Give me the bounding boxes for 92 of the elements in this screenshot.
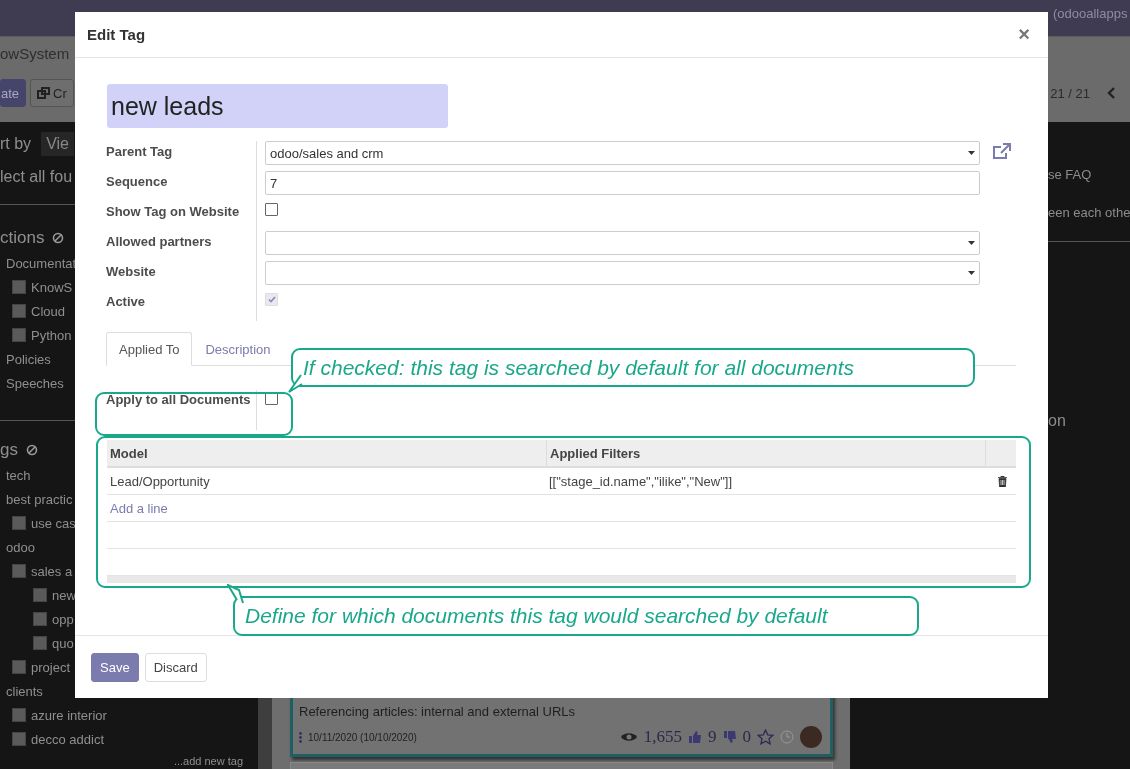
- checkbox[interactable]: [12, 732, 26, 746]
- thumbs-up-icon[interactable]: [688, 730, 702, 744]
- eye-icon: [619, 731, 638, 743]
- checkbox[interactable]: [12, 564, 26, 578]
- tree-item[interactable]: Python: [31, 327, 72, 343]
- like-count: 9: [708, 727, 717, 747]
- name-field[interactable]: new leads: [107, 84, 448, 128]
- field-label: Show Tag on Website: [106, 201, 257, 231]
- select-field[interactable]: [265, 231, 980, 255]
- add-line-link[interactable]: Add a line: [110, 500, 168, 516]
- tree-item[interactable]: Documentat: [6, 255, 77, 271]
- tab[interactable]: Description: [192, 332, 284, 366]
- tree-item[interactable]: Cloud: [31, 303, 65, 319]
- view-button[interactable]: Vie: [41, 131, 74, 156]
- tab[interactable]: Applied To: [106, 332, 193, 366]
- checkbox[interactable]: [12, 280, 26, 294]
- checkbox[interactable]: [12, 304, 26, 318]
- dots-icon[interactable]: [299, 731, 302, 743]
- tree-item[interactable]: odoo: [6, 539, 35, 555]
- secondary-button[interactable]: Cr: [30, 79, 74, 107]
- column-header: Applied Filters: [546, 440, 985, 466]
- field-label: Allowed partners: [106, 231, 257, 261]
- windows-icon: [37, 87, 51, 99]
- callout: Define for which documents this tag would searched by default: [233, 596, 919, 636]
- input-field[interactable]: 7: [265, 171, 980, 195]
- checkbox[interactable]: [33, 612, 47, 626]
- checkbox[interactable]: [265, 392, 278, 405]
- field-label: Active: [106, 291, 257, 321]
- article-date: 10/11/2020 (10/10/2020): [308, 731, 417, 743]
- select-field[interactable]: odoo/sales and crm: [265, 141, 980, 165]
- tree-item[interactable]: Speeches: [6, 375, 64, 391]
- external-link-icon[interactable]: [992, 143, 1012, 161]
- tree-item[interactable]: KnowS: [31, 279, 73, 295]
- tree-item[interactable]: azure interior: [31, 707, 107, 723]
- field-label: Sequence: [106, 171, 257, 201]
- close-button[interactable]: ×: [1012, 23, 1036, 46]
- panel-heading: on: [1048, 412, 1067, 430]
- tree-item[interactable]: quo: [52, 635, 74, 651]
- field-label: Apply to all Documents: [106, 390, 257, 430]
- discard-button[interactable]: Discard: [144, 652, 207, 682]
- table-cell-text: Lead/Opportunity: [109, 472, 211, 491]
- checkbox[interactable]: [33, 588, 47, 602]
- checkbox[interactable]: [265, 203, 278, 216]
- tree-item[interactable]: tech: [6, 467, 31, 483]
- caret-icon[interactable]: [968, 241, 975, 245]
- checkbox[interactable]: [12, 660, 26, 674]
- tree-item[interactable]: clients: [6, 683, 43, 699]
- save-button[interactable]: Save: [91, 652, 139, 682]
- thumbs-down-icon[interactable]: [722, 730, 737, 744]
- star-icon[interactable]: [757, 729, 774, 745]
- select-field[interactable]: [265, 261, 980, 285]
- caret-icon[interactable]: [968, 151, 975, 155]
- article-card[interactable]: [290, 762, 833, 769]
- caret-icon[interactable]: [968, 271, 975, 275]
- view-count: 1,655: [643, 727, 682, 747]
- field-label: Website: [106, 261, 257, 291]
- user-menu[interactable]: (odooallapps: [1053, 3, 1130, 21]
- clear-icon[interactable]: [25, 444, 38, 456]
- panel-text: se FAQ: [1048, 167, 1093, 184]
- tree-item[interactable]: new: [52, 587, 76, 603]
- callout-pointer: [287, 374, 303, 394]
- checkbox[interactable]: [12, 516, 26, 530]
- tree-item[interactable]: use cas: [31, 515, 76, 531]
- checkbox[interactable]: [12, 708, 26, 722]
- dislike-count: 0: [742, 727, 751, 747]
- section-heading: ctions: [0, 228, 45, 248]
- checkbox[interactable]: [33, 636, 47, 650]
- tree-item[interactable]: Policies: [6, 351, 51, 367]
- author-avatar: [800, 726, 822, 748]
- section-heading: gs: [0, 440, 18, 460]
- tree-item[interactable]: project: [31, 659, 71, 675]
- add-tag-link[interactable]: ...add new tag: [0, 755, 258, 767]
- checkbox[interactable]: [12, 328, 26, 342]
- column-header: Model: [109, 444, 149, 463]
- sort-label: rt by: [0, 134, 32, 153]
- clock-icon: [780, 730, 794, 744]
- callout: If checked: this tag is searched by default for all documents: [291, 348, 975, 387]
- clear-icon[interactable]: [52, 232, 65, 244]
- callout-pointer: [227, 584, 245, 604]
- create-button[interactable]: ate: [0, 79, 27, 107]
- tree-item[interactable]: sales a: [31, 563, 73, 579]
- field-label: Parent Tag: [106, 141, 257, 171]
- article-title: Referencing articles: internal and external URLs: [299, 704, 577, 719]
- table-cell-text: [["stage_id.name","ilike","New"]]: [548, 472, 734, 491]
- chevron-left-icon[interactable]: [1106, 87, 1116, 99]
- tree-item[interactable]: opp: [52, 611, 74, 627]
- dialog-title: Edit Tag: [87, 26, 147, 43]
- delete-icon[interactable]: [997, 475, 1007, 487]
- panel-text: een each othe: [1048, 205, 1130, 222]
- tree-item[interactable]: decco addict: [31, 731, 104, 747]
- tree-item[interactable]: best practic: [6, 491, 73, 507]
- pager-value: 21 / 21: [1050, 85, 1090, 101]
